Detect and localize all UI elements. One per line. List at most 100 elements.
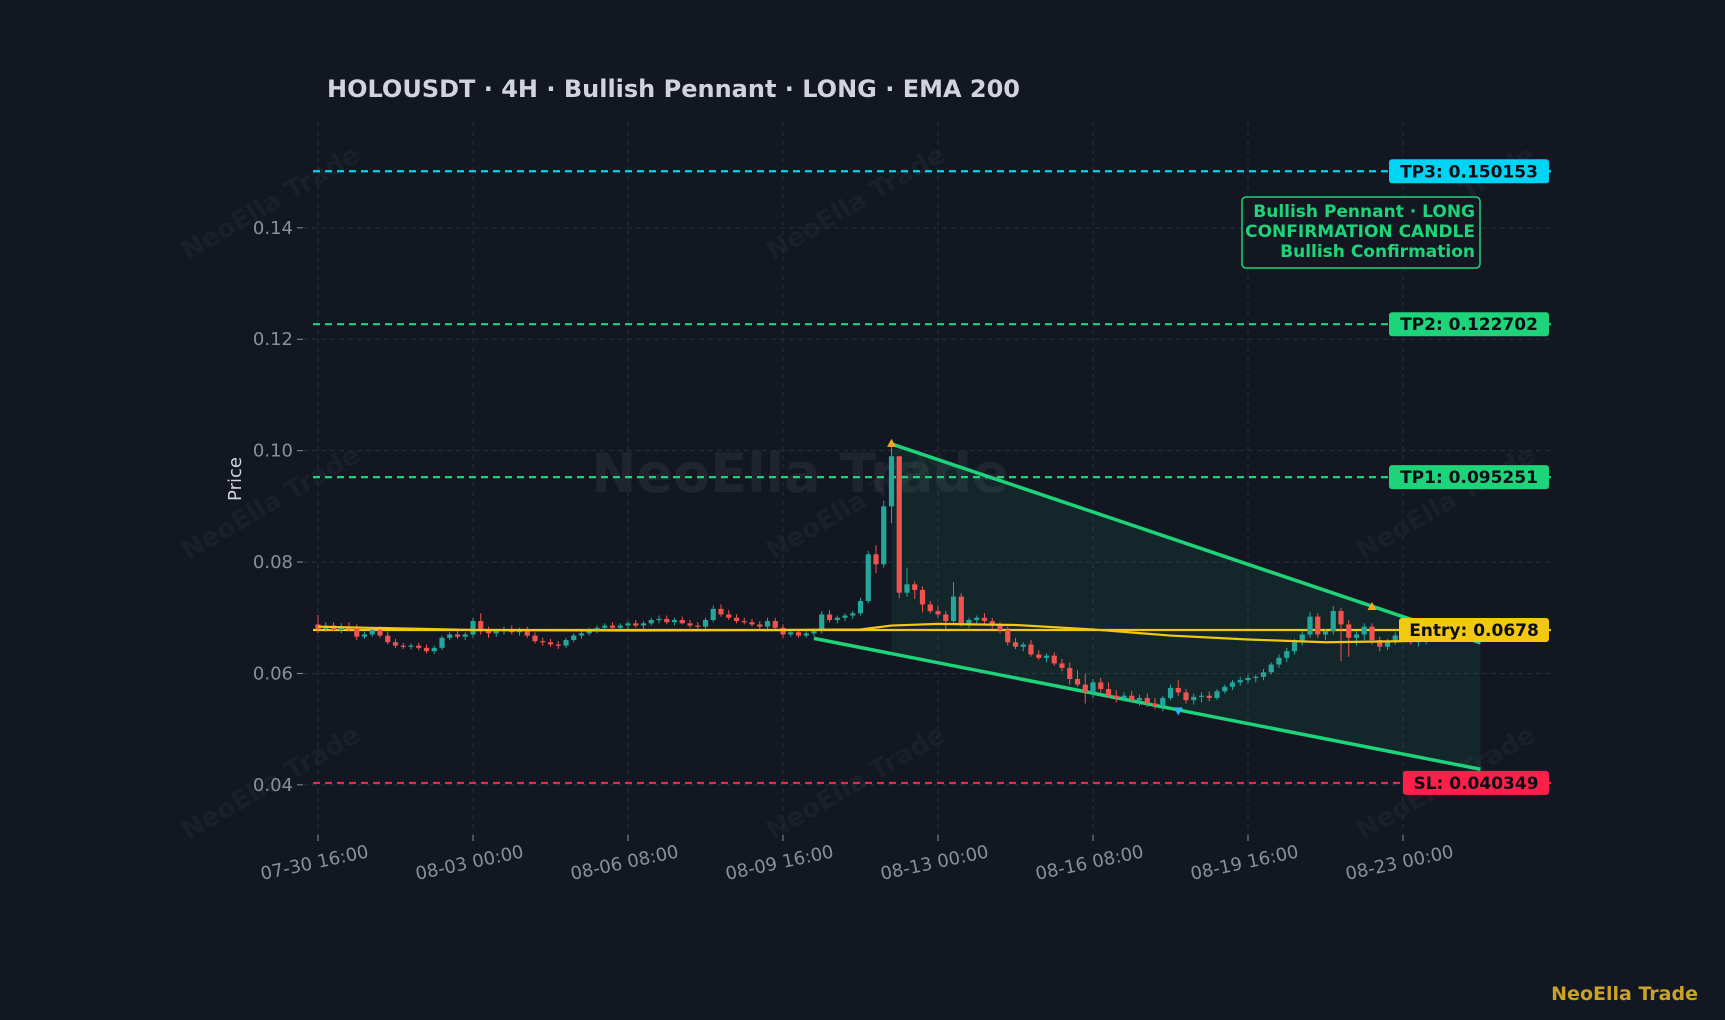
candle-body: [757, 624, 763, 627]
candle-body: [532, 635, 538, 642]
candle-body: [1284, 651, 1290, 658]
candle-body: [664, 618, 670, 623]
candle-body: [1315, 616, 1321, 635]
candle-body: [1260, 672, 1267, 677]
candle-body: [493, 631, 499, 634]
candle-body: [602, 625, 608, 628]
y-tick-label: 0.14: [253, 218, 293, 239]
candle-body: [702, 619, 709, 627]
candle-body: [950, 596, 957, 622]
candle-body: [462, 634, 468, 637]
entry-label: Entry: 0.0678: [1409, 621, 1539, 641]
candle-body: [1012, 642, 1019, 647]
candle-body: [1253, 676, 1259, 679]
candle-body: [749, 622, 755, 625]
candle-body: [1051, 655, 1057, 664]
candle-body: [1214, 691, 1220, 698]
candle-body: [1222, 686, 1228, 692]
candle-body: [540, 641, 546, 643]
candle-body: [1198, 695, 1205, 697]
candle-body: [857, 601, 864, 614]
candle-body: [1338, 611, 1344, 625]
candle-body: [1043, 655, 1050, 658]
candle-body: [392, 642, 399, 646]
candle-body: [974, 617, 980, 620]
candle-body: [819, 614, 825, 632]
candle-body: [842, 615, 848, 618]
candle-body: [1307, 616, 1313, 635]
pattern-annotation: Bullish Pennant · LONG CONFIRMATION CAND…: [1241, 196, 1481, 269]
candle-body: [1105, 689, 1112, 696]
candle-body: [1113, 695, 1119, 698]
candle-body: [1237, 680, 1243, 683]
candle-body: [671, 619, 678, 623]
candle-body: [873, 554, 879, 565]
candle-body: [377, 630, 383, 636]
candle-body: [1229, 682, 1236, 687]
candle-body: [1160, 697, 1166, 706]
brand-label: NeoElla Trade: [1551, 983, 1698, 1005]
candle-body: [1020, 644, 1026, 647]
candle-body: [1206, 695, 1212, 698]
candle-body: [400, 645, 406, 647]
candle-body: [927, 604, 933, 612]
candle-body: [881, 506, 887, 565]
candle-body: [485, 631, 492, 634]
candle-body: [439, 637, 445, 648]
candle-body: [1353, 634, 1360, 638]
candle-body: [625, 623, 631, 626]
candle-body: [648, 619, 654, 624]
annotation-line-3: Bullish Confirmation: [1280, 242, 1475, 262]
candle-body: [1005, 630, 1011, 643]
candle-body: [795, 632, 802, 636]
candle-body: [811, 631, 817, 634]
candle-body: [656, 618, 662, 621]
tp1-label: TP1: 0.095251: [1400, 468, 1538, 488]
candle-body: [919, 589, 926, 605]
candle-body: [718, 608, 724, 615]
candle-body: [1268, 664, 1274, 673]
candle-body: [850, 613, 856, 616]
candle-body: [788, 632, 794, 635]
candle-body: [726, 614, 732, 618]
candle-body: [741, 621, 747, 623]
annotation-line-1: Bullish Pennant · LONG: [1253, 202, 1475, 222]
candle-body: [563, 640, 569, 646]
candle-body: [1136, 697, 1143, 701]
candle-body: [981, 617, 988, 622]
candle-body: [1090, 682, 1096, 693]
candle-body: [1152, 703, 1158, 706]
y-tick-label: 0.10: [253, 441, 293, 462]
candle-body: [710, 608, 716, 620]
candle-body: [1028, 644, 1034, 655]
tp3-label: TP3: 0.150153: [1400, 162, 1538, 182]
candle-body: [687, 623, 693, 626]
candle-body: [1036, 654, 1042, 658]
candle-body: [935, 611, 941, 615]
candle-body: [826, 614, 833, 620]
candle-body: [803, 633, 809, 636]
candle-body: [865, 554, 871, 602]
y-tick-label: 0.06: [253, 663, 293, 684]
candle-body: [609, 625, 616, 628]
candle-body: [633, 623, 639, 626]
y-tick-label: 0.12: [253, 329, 293, 350]
candle-body: [385, 635, 391, 643]
candle-body: [1369, 626, 1375, 641]
candle-body: [1291, 642, 1298, 652]
annotation-line-2: CONFIRMATION CANDLE: [1245, 222, 1475, 242]
y-axis-label: Price: [225, 457, 246, 501]
candle-body: [1276, 657, 1282, 665]
candle-body: [958, 596, 964, 624]
candle-body: [896, 456, 902, 593]
chart-title: HOLOUSDT · 4H · Bullish Pennant · LONG ·…: [327, 75, 1020, 103]
candle-body: [1191, 696, 1197, 701]
candle-body: [547, 642, 554, 645]
candle-body: [1144, 697, 1150, 704]
candle-body: [733, 617, 740, 622]
candle-body: [1183, 692, 1189, 701]
candle-body: [431, 647, 437, 652]
candle-body: [1129, 695, 1135, 701]
sl-label: SL: 0.040349: [1413, 774, 1538, 794]
y-tick-label: 0.08: [253, 552, 293, 573]
